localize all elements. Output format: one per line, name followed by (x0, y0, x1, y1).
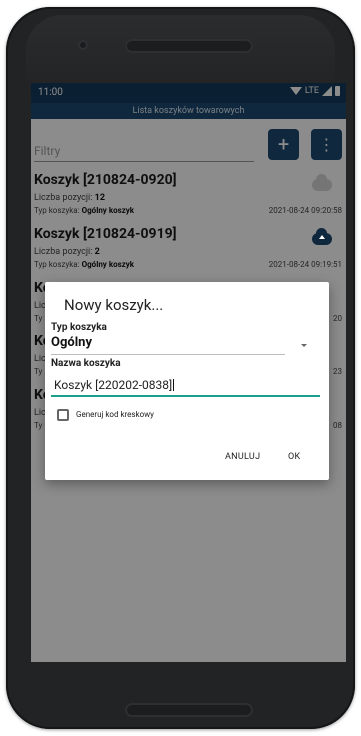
basket-type-underline (51, 354, 285, 355)
generate-barcode-label[interactable]: Generuj kod kreskowy (76, 410, 154, 419)
basket-name-underline (51, 395, 320, 397)
basket-name-input[interactable]: Koszyk [220202-0838] (54, 376, 318, 394)
ok-button[interactable]: OK (288, 452, 300, 462)
front-camera (78, 40, 88, 50)
basket-name-label: Nazwa koszyka (51, 358, 121, 369)
basket-name-value: Koszyk [220202-0838] (54, 378, 173, 392)
basket-type-select[interactable]: Ogólny (51, 335, 92, 350)
generate-barcode-checkbox[interactable] (57, 409, 69, 421)
dropdown-arrow-icon[interactable] (301, 344, 307, 347)
new-basket-dialog: Nowy koszyk... Typ koszyka Ogólny Nazwa … (45, 282, 329, 480)
cancel-button[interactable]: ANULUJ (225, 452, 260, 462)
device-screen: 11:00 LTE Lista koszyków towarowych Filt… (31, 83, 346, 662)
earpiece-speaker (125, 39, 253, 53)
text-caret (173, 379, 175, 391)
bottom-speaker (125, 703, 253, 717)
dialog-title: Nowy koszyk... (64, 296, 164, 314)
basket-type-label: Typ koszyka (51, 322, 107, 333)
upload-arrow-icon (319, 235, 325, 239)
